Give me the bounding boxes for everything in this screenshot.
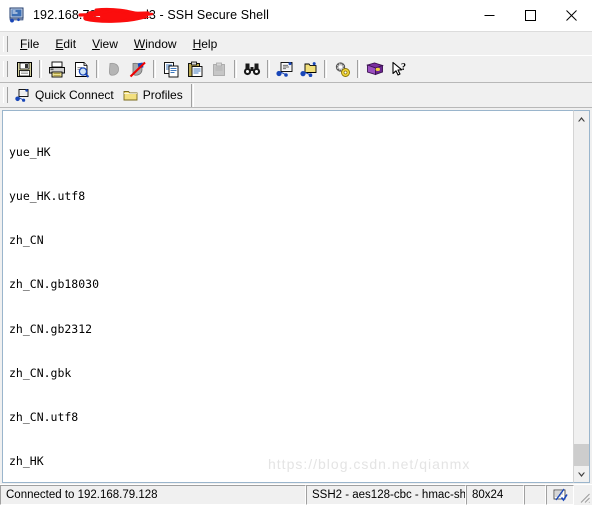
file-transfer-button[interactable] [297,57,321,81]
status-bar: Connected to 192.168.79.128 SSH2 - aes12… [0,484,592,505]
disconnect-button[interactable] [126,57,150,81]
terminal-line: zh_CN.gb18030 [9,277,100,292]
scroll-thumb[interactable] [574,444,589,466]
vertical-scrollbar[interactable] [573,110,590,483]
maximize-button[interactable] [510,0,551,30]
profiles-label: Profiles [142,88,183,102]
paste-button[interactable] [183,57,207,81]
menu-edit[interactable]: Edit [47,35,84,53]
menu-drag-grip[interactable] [3,35,8,52]
terminal-area: yue_HK yue_HK.utf8 zh_CN zh_CN.gb18030 z… [0,108,592,484]
settings-button[interactable] [330,57,354,81]
quick-connect-icon [15,88,30,103]
status-cipher: SSH2 - aes128-cbc - hmac-sha1 [306,485,466,505]
help-book-icon [366,62,384,76]
new-terminal-button[interactable] [273,57,297,81]
scroll-up-button[interactable] [574,111,589,127]
folder-icon [123,89,138,102]
quick-connect-button[interactable]: Quick Connect [12,85,120,106]
menu-edit-label: dit [63,36,77,51]
scroll-track[interactable] [574,127,589,466]
paste-disabled-icon [212,62,225,76]
print-preview-button[interactable] [69,57,93,81]
help-book-button[interactable] [363,57,387,81]
print-button[interactable] [45,57,69,81]
toolbar-separator [96,60,99,78]
title-bar: 192.168.79.1?? - wd3 - SSH Secure Shell [0,0,592,31]
context-help-icon: ? [391,61,406,76]
menu-view[interactable]: View [84,35,126,53]
toolbar-separator [324,60,327,78]
context-help-button[interactable]: ? [387,57,411,81]
menu-view-label: iew [99,36,118,51]
find-icon [243,63,261,75]
profiles-button[interactable]: Profiles [120,85,189,106]
copy-button[interactable] [159,57,183,81]
toolbar-separator [357,60,360,78]
toolbar-drag-grip[interactable] [3,61,8,77]
toolbar-separator [234,60,237,78]
window-title: 192.168.79.1?? - wd3 - SSH Secure Shell [33,8,269,22]
scroll-down-arrow-icon [578,472,585,477]
scroll-up-arrow-icon [578,116,585,121]
terminal-screen[interactable]: yue_HK yue_HK.utf8 zh_CN zh_CN.gb18030 z… [2,110,573,483]
close-button[interactable] [551,0,592,30]
toolbar-separator [267,60,270,78]
toolbar-separator [153,60,156,78]
menu-file[interactable]: File [12,35,47,53]
terminal-output: yue_HK yue_HK.utf8 zh_CN zh_CN.gb18030 z… [3,111,573,482]
ssh-secure-shell-window: 192.168.79.1?? - wd3 - SSH Secure Shell [0,0,592,505]
svg-text:?: ? [401,62,406,73]
quick-connect-label: Quick Connect [35,88,114,102]
connectbar-end-divider [190,83,194,107]
status-spacer [524,485,546,505]
status-terminal-size: 80x24 [466,485,524,505]
close-icon [566,9,577,21]
menu-help-label: elp [201,36,218,51]
terminal-line: yue_HK [9,144,51,159]
toolbar-separator [39,60,42,78]
new-terminal-icon [276,61,293,77]
disconnect-icon [129,61,146,77]
menu-bar: File Edit View Window Help [0,31,592,55]
menu-help[interactable]: Help [185,35,226,53]
copy-icon [163,61,178,77]
connect-disabled-icon [108,62,119,76]
paste-alt-button [207,57,231,81]
minimize-button[interactable] [469,0,510,30]
paste-icon [187,61,202,77]
terminal-line: zh_CN [9,233,44,247]
settings-icon [335,61,350,77]
terminal-line: zh_CN.gbk [9,365,72,380]
connect-bar: Quick Connect Profiles [0,83,592,108]
app-icon [9,7,25,23]
print-icon [49,61,65,77]
menu-file-label: ile [27,36,40,51]
new-file-transfer-icon [300,61,317,77]
save-button[interactable] [12,57,36,81]
print-preview-icon [74,61,89,78]
menu-window[interactable]: Window [126,35,185,53]
maximize-icon [525,9,536,21]
terminal-line: zh_CN.utf8 [9,410,79,424]
connectbar-drag-grip[interactable] [3,87,8,103]
menu-window-label: indow [145,36,177,51]
resize-grip[interactable] [574,485,592,505]
save-icon [16,61,32,77]
scroll-down-button[interactable] [574,466,589,482]
connect-button [102,57,126,81]
encryption-indicator-icon [553,488,568,502]
terminal-line: zh_CN.gb2312 [9,321,93,336]
status-connection: Connected to 192.168.79.128 [0,485,306,505]
window-controls [469,0,592,30]
find-button[interactable] [240,57,264,81]
terminal-line: yue_HK.utf8 [9,188,86,203]
status-encryption-indicator[interactable] [546,485,574,505]
terminal-line: zh_HK [9,454,44,469]
minimize-icon [484,14,495,16]
toolbar: ? [0,55,592,83]
